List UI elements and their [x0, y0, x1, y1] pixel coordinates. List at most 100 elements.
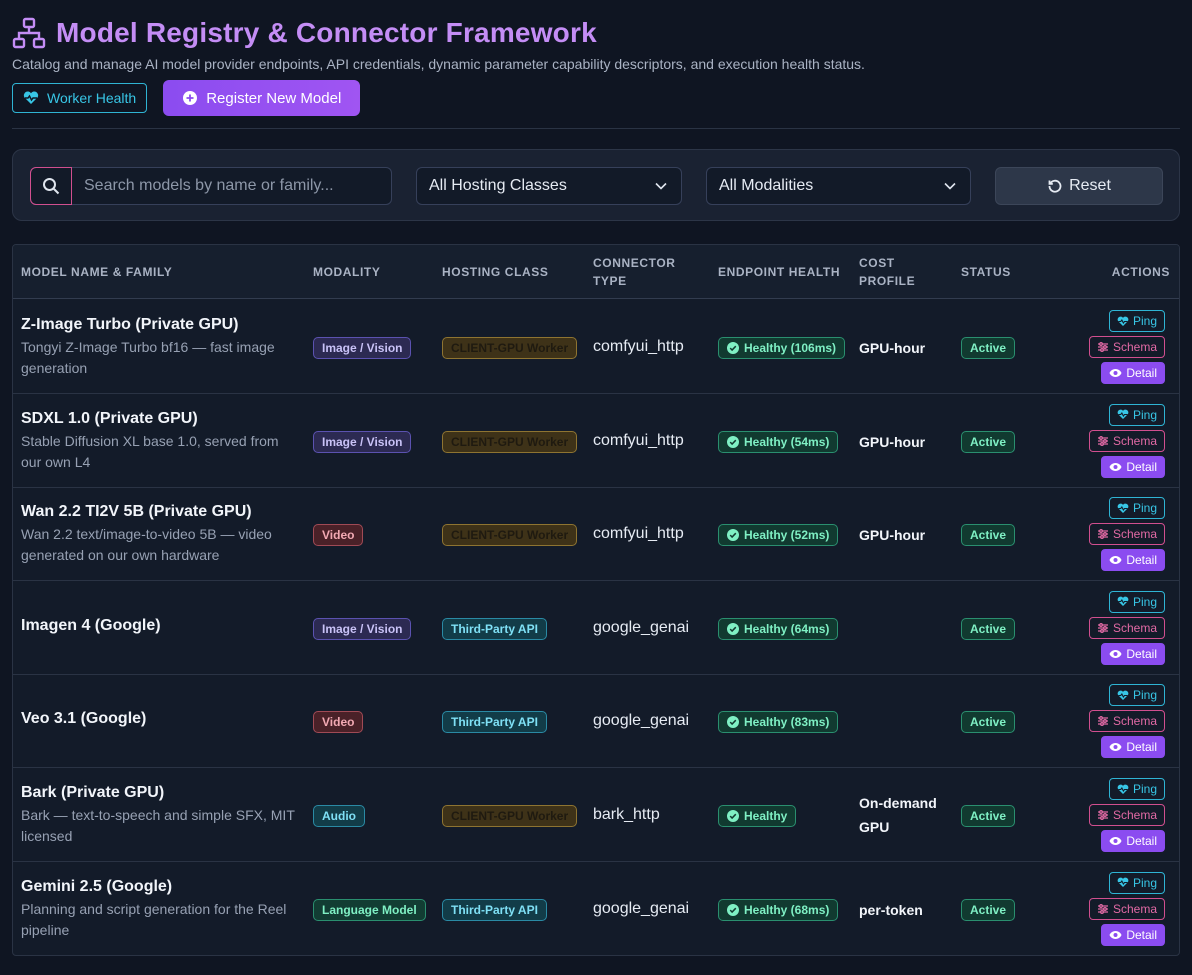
ping-button[interactable]: Ping	[1108, 778, 1165, 800]
eye-icon	[1109, 462, 1122, 472]
ping-button[interactable]: Ping	[1108, 403, 1165, 426]
th-health: ENDPOINT HEALTH	[718, 265, 841, 279]
status-cell: Active	[961, 430, 1016, 453]
modality-badge: Audio	[313, 805, 365, 827]
filter-panel: All Hosting Classes All Modalities Reset	[12, 149, 1180, 221]
detail-label: Detail	[1126, 834, 1157, 848]
heart-pulse-icon	[1117, 503, 1129, 514]
model-name[interactable]: Veo 3.1 (Google)	[21, 710, 146, 728]
heart-pulse-icon	[23, 91, 39, 105]
health-text: Healthy	[744, 809, 788, 823]
detail-button[interactable]: Detail	[1101, 455, 1165, 478]
hosting-badge: Third-Party API	[442, 898, 547, 921]
th-connector-line1: CONNECTOR	[593, 256, 676, 270]
schema-button[interactable]: Schema	[1088, 336, 1165, 358]
schema-button[interactable]: Schema	[1088, 616, 1165, 639]
status-badge: Active	[961, 805, 1016, 827]
model-name[interactable]: Wan 2.2 TI2V 5B (Private GPU)	[21, 503, 296, 521]
schema-button[interactable]: Schema	[1088, 523, 1165, 546]
schema-button[interactable]: Schema	[1088, 897, 1165, 920]
eye-icon	[1109, 930, 1122, 940]
connector-type: bark_http	[593, 806, 660, 823]
heart-pulse-icon	[1117, 784, 1129, 795]
th-connector-line2: TYPE	[593, 274, 627, 288]
modality-cell: Audio	[313, 805, 365, 827]
modality-badge: Image / Vision	[313, 337, 412, 359]
register-new-model-label: Register New Model	[206, 89, 342, 107]
ping-button[interactable]: Ping	[1108, 497, 1165, 520]
cost-profile: GPU-hour	[859, 527, 926, 544]
ping-button[interactable]: Ping	[1108, 590, 1165, 613]
model-cell: SDXL 1.0 (Private GPU) Stable Diffusion …	[21, 410, 296, 473]
hosting-cell: Third-Party API	[442, 898, 547, 921]
model-name[interactable]: Imagen 4 (Google)	[21, 617, 161, 635]
search-icon[interactable]	[30, 166, 72, 205]
model-name[interactable]: Bark (Private GPU)	[21, 784, 296, 802]
model-name[interactable]: Z-Image Turbo (Private GPU)	[21, 316, 296, 334]
schema-label: Schema	[1112, 340, 1157, 354]
th-model: MODEL NAME & FAMILY	[21, 265, 173, 279]
ping-button[interactable]: Ping	[1108, 684, 1165, 707]
hosting-cell: CLIENT-GPU Worker	[442, 337, 578, 359]
check-circle-icon	[727, 342, 739, 354]
row-actions: Ping Schema Detail	[1075, 684, 1165, 759]
table-row: SDXL 1.0 (Private GPU) Stable Diffusion …	[13, 394, 1179, 488]
ping-label: Ping	[1132, 501, 1157, 516]
sliders-icon	[1097, 715, 1109, 727]
status-cell: Active	[961, 524, 1016, 547]
health-cell: Healthy (54ms)	[718, 430, 839, 453]
detail-button[interactable]: Detail	[1101, 549, 1165, 572]
ping-button[interactable]: Ping	[1108, 871, 1165, 894]
ping-button[interactable]: Ping	[1108, 310, 1165, 332]
model-cell: Bark (Private GPU) Bark — text-to-speech…	[21, 784, 296, 847]
page-title: Model Registry & Connector Framework	[56, 17, 597, 48]
ping-label: Ping	[1132, 782, 1157, 796]
table-row: Imagen 4 (Google) Image / Vision Third-P…	[13, 581, 1179, 675]
sliders-icon	[1097, 341, 1109, 353]
detail-label: Detail	[1126, 459, 1157, 474]
detail-button[interactable]: Detail	[1101, 736, 1165, 759]
health-text: Healthy (64ms)	[744, 621, 830, 636]
th-modality: MODALITY	[313, 265, 381, 279]
model-name[interactable]: Gemini 2.5 (Google)	[21, 878, 296, 896]
eye-icon	[1109, 649, 1122, 659]
table-row: Wan 2.2 TI2V 5B (Private GPU) Wan 2.2 te…	[13, 487, 1179, 582]
connector-type: comfyui_http	[593, 338, 684, 355]
connector-type: google_genai	[593, 618, 690, 636]
rotate-ccw-icon	[1047, 178, 1063, 194]
detail-button[interactable]: Detail	[1101, 830, 1165, 852]
search-input[interactable]	[72, 177, 382, 195]
table-row: Bark (Private GPU) Bark — text-to-speech…	[13, 768, 1179, 862]
schema-button[interactable]: Schema	[1088, 429, 1165, 452]
health-cell: Healthy (52ms)	[718, 524, 839, 547]
hosting-badge: Third-Party API	[442, 711, 547, 734]
schema-button[interactable]: Schema	[1088, 710, 1165, 733]
sliders-icon	[1097, 435, 1109, 447]
reset-button[interactable]: Reset	[995, 167, 1163, 205]
detail-label: Detail	[1126, 927, 1157, 942]
detail-button[interactable]: Detail	[1101, 923, 1165, 946]
detail-button[interactable]: Detail	[1101, 642, 1165, 665]
chevron-down-icon	[944, 182, 956, 190]
register-new-model-button[interactable]: Register New Model	[163, 80, 361, 116]
sliders-icon	[1097, 528, 1109, 540]
th-connector: CONNECTOR TYPE	[593, 254, 676, 290]
health-text: Healthy (54ms)	[744, 434, 830, 449]
modality-select[interactable]: All Modalities	[706, 167, 971, 205]
th-cost-line1: COST	[859, 256, 895, 270]
model-description: Wan 2.2 text/image-to-video 5B — video g…	[21, 526, 272, 564]
model-cell: Veo 3.1 (Google)	[21, 710, 146, 728]
worker-health-button[interactable]: Worker Health	[12, 83, 148, 113]
hosting-class-select[interactable]: All Hosting Classes	[416, 167, 682, 205]
status-badge: Active	[961, 524, 1016, 547]
model-name[interactable]: SDXL 1.0 (Private GPU)	[21, 410, 296, 428]
health-badge: Healthy (83ms)	[718, 711, 839, 734]
hosting-cell: CLIENT-GPU Worker	[442, 805, 578, 827]
table-header: MODEL NAME & FAMILY MODALITY HOSTING CLA…	[13, 245, 1179, 299]
detail-button[interactable]: Detail	[1101, 362, 1165, 384]
search-box	[30, 166, 392, 205]
schema-button[interactable]: Schema	[1088, 804, 1165, 826]
sliders-icon	[1097, 903, 1109, 915]
table-row: Veo 3.1 (Google) Video Third-Party API g…	[13, 674, 1179, 769]
health-badge: Healthy (54ms)	[718, 430, 839, 453]
